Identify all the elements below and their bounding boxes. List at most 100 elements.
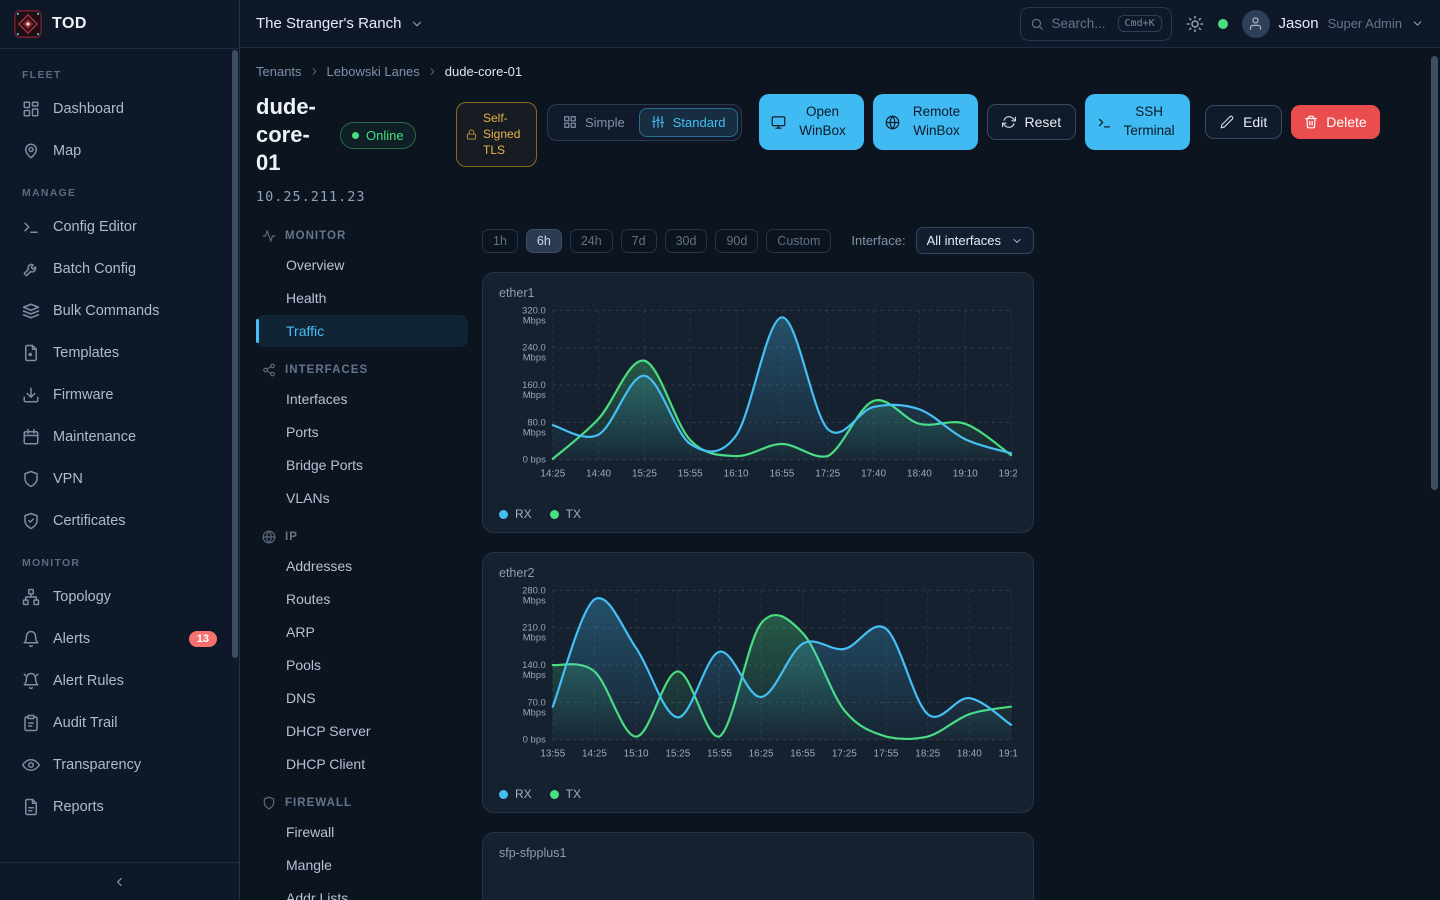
connection-status-dot [1218,19,1228,29]
subnav-item-interfaces[interactable]: Interfaces [256,383,468,415]
subnav-item-dhcp-client[interactable]: DHCP Client [256,748,468,780]
chart-title: sfp-sfpplus1 [499,846,1017,860]
sidebar-item-templates[interactable]: Templates [12,333,227,373]
chart-toolbar: 1h6h24h7d30d90dCustom Interface: All int… [482,227,1034,254]
mode-standard-button[interactable]: Standard [639,108,738,137]
delete-button[interactable]: Delete [1291,105,1379,139]
file-icon [22,344,40,362]
device-actions: Simple Standard Open WinBox Remote Win [547,93,1380,151]
main-scrollbar-thumb[interactable] [1431,56,1438,490]
topology-icon [22,588,40,606]
edit-button[interactable]: Edit [1205,105,1282,139]
subnav-item-dhcp-server[interactable]: DHCP Server [256,715,468,747]
range-button-24h[interactable]: 24h [570,229,613,253]
subnav-item-mangle[interactable]: Mangle [256,849,468,881]
svg-text:17:25: 17:25 [832,749,857,760]
legend-item-tx[interactable]: TX [550,507,581,521]
subnav-item-traffic[interactable]: Traffic [256,315,468,347]
sidebar-item-alert-rules[interactable]: Alert Rules [12,661,227,701]
subnav-item-pools[interactable]: Pools [256,649,468,681]
interface-select[interactable]: All interfaces [916,227,1034,254]
refresh-icon [1002,115,1016,129]
range-button-6h[interactable]: 6h [526,229,562,253]
svg-text:15:10: 15:10 [624,749,649,760]
legend-item-tx[interactable]: TX [550,787,581,801]
range-button-90d[interactable]: 90d [715,229,758,253]
range-button-7d[interactable]: 7d [621,229,657,253]
sidebar-scrollbar-thumb[interactable] [232,50,238,658]
topbar: The Stranger's Ranch Cmd+K Jason Super A… [240,0,1440,48]
sidebar-item-topology[interactable]: Topology [12,577,227,617]
sidebar-item-label: Dashboard [53,101,124,117]
sidebar-item-map[interactable]: Map [12,131,227,171]
sidebar-item-bulk-commands[interactable]: Bulk Commands [12,291,227,331]
sidebar-item-transparency[interactable]: Transparency [12,745,227,785]
sidebar-item-label: Firmware [53,387,113,403]
subnav-item-bridge-ports[interactable]: Bridge Ports [256,449,468,481]
sidebar-item-label: Maintenance [53,429,136,445]
subnav-section-interfaces: INTERFACES [262,363,462,377]
subnav-section-ip: IP [262,530,462,544]
tenant-name: The Stranger's Ranch [256,15,401,32]
chart-legend: RX TX [499,787,1017,801]
sidebar-item-alerts[interactable]: Alerts13 [12,619,227,659]
globe-icon [885,115,900,130]
monitor-icon [771,115,786,130]
subnav-item-health[interactable]: Health [256,282,468,314]
ssh-terminal-button[interactable]: SSH Terminal [1085,94,1190,150]
svg-text:Mbps: Mbps [523,633,546,644]
user-icon [1248,16,1263,31]
sidebar-item-batch-config[interactable]: Batch Config [12,249,227,289]
subnav-item-routes[interactable]: Routes [256,583,468,615]
subnav-section-firewall: FIREWALL [262,796,462,810]
sidebar-item-certificates[interactable]: Certificates [12,501,227,541]
sidebar-item-reports[interactable]: Reports [12,787,227,827]
chart-legend: RX TX [499,507,1017,521]
legend-item-rx[interactable]: RX [499,507,532,521]
search-box[interactable]: Cmd+K [1020,7,1172,41]
sidebar-item-audit-trail[interactable]: Audit Trail [12,703,227,743]
chevron-left-icon [113,875,127,889]
subnav-item-arp[interactable]: ARP [256,616,468,648]
range-button-custom[interactable]: Custom [766,229,831,253]
terminal-icon [1097,115,1112,130]
theme-toggle-sun-icon[interactable] [1186,15,1204,33]
view-mode-segmented: Simple Standard [547,104,742,141]
hub-icon [262,363,276,377]
sidebar-item-maintenance[interactable]: Maintenance [12,417,227,457]
user-role: Super Admin [1328,16,1402,31]
search-icon [1030,17,1044,31]
chart-title: ether1 [499,286,1017,300]
user-menu[interactable]: Jason Super Admin [1242,10,1424,38]
breadcrumb-tenants[interactable]: Tenants [256,64,302,79]
legend-dot-icon [550,790,559,799]
user-name: Jason [1279,15,1319,32]
sidebar-item-label: Alert Rules [53,673,124,689]
remote-winbox-button[interactable]: Remote WinBox [873,94,978,150]
subnav-item-addresses[interactable]: Addresses [256,550,468,582]
svg-text:15:25: 15:25 [665,749,690,760]
range-button-30d[interactable]: 30d [665,229,708,253]
sidebar-item-vpn[interactable]: VPN [12,459,227,499]
legend-item-rx[interactable]: RX [499,787,532,801]
reset-button[interactable]: Reset [987,104,1077,140]
subnav-item-addr-lists[interactable]: Addr Lists [256,882,468,900]
sidebar-collapse-button[interactable] [0,862,239,900]
legend-label: TX [566,787,581,801]
legend-dot-icon [499,790,508,799]
search-input[interactable] [1052,16,1110,31]
tenant-switcher[interactable]: The Stranger's Ranch [256,15,424,32]
sidebar-item-config-editor[interactable]: Config Editor [12,207,227,247]
range-button-1h[interactable]: 1h [482,229,518,253]
mode-simple-button[interactable]: Simple [551,108,637,137]
open-winbox-button[interactable]: Open WinBox [759,94,864,150]
subnav-item-vlans[interactable]: VLANs [256,482,468,514]
sidebar-item-label: Map [53,143,81,159]
subnav-item-ports[interactable]: Ports [256,416,468,448]
sidebar-item-dashboard[interactable]: Dashboard [12,89,227,129]
subnav-item-dns[interactable]: DNS [256,682,468,714]
subnav-item-firewall[interactable]: Firewall [256,816,468,848]
breadcrumb-tenant[interactable]: Lebowski Lanes [327,64,420,79]
subnav-item-overview[interactable]: Overview [256,249,468,281]
sidebar-item-firmware[interactable]: Firmware [12,375,227,415]
